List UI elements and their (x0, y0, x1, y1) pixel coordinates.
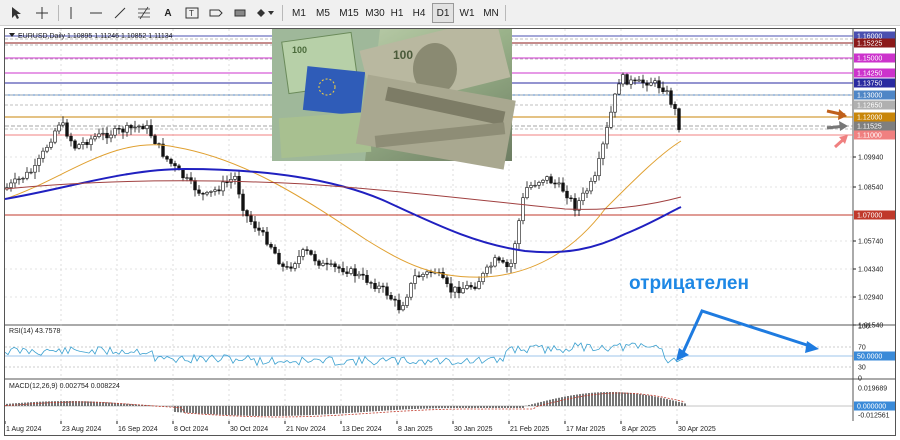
timeframe-m5[interactable]: M5 (312, 3, 334, 23)
price-label: 1.04340 (858, 267, 883, 274)
crosshair-icon[interactable] (34, 3, 50, 23)
macd-header: MACD(12,26,9) 0.002754 0.008224 (9, 383, 120, 390)
date-label: 30 Apr 2025 (678, 426, 716, 433)
svg-text:T: T (189, 9, 194, 18)
price-label: 1.14250 (857, 71, 882, 78)
timeframe-h1[interactable]: H1 (386, 3, 408, 23)
price-label: 1.13750 (857, 81, 882, 88)
price-label: 1.15000 (857, 56, 882, 63)
price-label: 1.08540 (858, 185, 883, 192)
rsi-axis-label: 70 (858, 345, 866, 352)
rsi-axis-label: 30 (858, 365, 866, 372)
timeframe-m15[interactable]: M15 (336, 3, 362, 23)
chart-window: 1.16000 1.15225 1.15000 1.14250 1.13750 1.130… (4, 16, 896, 436)
fibonacci-icon[interactable] (136, 3, 152, 23)
price-label: 1.11000 (857, 133, 882, 140)
timeframe-h4[interactable]: H4 (408, 3, 430, 23)
date-label: 8 Oct 2024 (174, 426, 208, 433)
svg-text:100: 100 (292, 45, 307, 55)
shapes-icon[interactable] (232, 3, 248, 23)
annotation-arrow (676, 309, 819, 361)
rsi-header: RSI(14) 43.7578 (9, 328, 60, 335)
date-label: 23 Aug 2024 (62, 426, 101, 433)
chart-canvas[interactable]: 1.160001.152251.150001.142501.137501.130… (4, 16, 895, 435)
separator (282, 5, 283, 21)
price-label: 1.13000 (857, 93, 882, 100)
chart-toolbar: A T M1 M5 M15 M30 H1 H4 D1 W1 MN (0, 0, 900, 26)
main-header: EURUSD,Daily 1.10895 1.11246 1.10852 1.1… (9, 33, 173, 40)
price-label: 1.11525 (857, 124, 882, 131)
date-label: 30 Oct 2024 (230, 426, 268, 433)
timeframe-m30[interactable]: M30 (362, 3, 388, 23)
price-label: 1.07000 (857, 213, 882, 220)
separator (505, 5, 506, 21)
macd-axis-label: 0.019689 (858, 386, 887, 393)
date-label: 13 Dec 2024 (342, 426, 382, 433)
cursor-icon[interactable] (8, 3, 24, 23)
date-label: 21 Feb 2025 (510, 426, 549, 433)
date-label: 8 Apr 2025 (622, 426, 656, 433)
price-label: 1.12000 (857, 115, 882, 122)
timeframe-d1[interactable]: D1 (432, 3, 454, 23)
svg-text:100: 100 (393, 48, 413, 62)
date-label: 21 Nov 2024 (286, 426, 326, 433)
macd-axis-label: 0.000000 (857, 404, 886, 411)
main-header-text: EURUSD,Daily 1.10895 1.11246 1.10852 1.1… (18, 33, 173, 40)
vertical-line-icon[interactable] (64, 3, 78, 23)
text-label-icon[interactable]: T (184, 3, 200, 23)
macd-axis-label: -0.012561 (858, 413, 890, 420)
date-label: 17 Mar 2025 (566, 426, 605, 433)
money-photo: 100 100 (272, 16, 516, 170)
price-label: 1.05740 (858, 239, 883, 246)
price-label: 1.15225 (857, 41, 882, 48)
date-label: 16 Sep 2024 (118, 426, 158, 433)
date-label: 30 Jan 2025 (454, 426, 493, 433)
trendline-icon[interactable] (112, 3, 128, 23)
timeframe-m1[interactable]: M1 (288, 3, 310, 23)
label-icon[interactable] (208, 3, 224, 23)
price-label: 1.12650 (857, 103, 882, 110)
timeframe-w1[interactable]: W1 (456, 3, 478, 23)
text-tool-icon[interactable]: A (160, 3, 176, 23)
date-label: 1 Aug 2024 (6, 426, 42, 433)
horizontal-line-icon[interactable] (88, 3, 104, 23)
rsi-axis-label: 100 (858, 324, 870, 331)
level-arrows (826, 109, 848, 149)
more-tools-icon[interactable] (254, 3, 276, 23)
rsi-axis-label: 50.0000 (857, 354, 882, 361)
annotation-text: отрицателен (629, 273, 749, 294)
timeframe-mn[interactable]: MN (480, 3, 502, 23)
price-label: 1.02940 (858, 295, 883, 302)
separator (58, 5, 59, 21)
rsi-axis-label: 0 (858, 376, 862, 383)
date-label: 8 Jan 2025 (398, 426, 433, 433)
price-label: 1.09940 (858, 155, 883, 162)
